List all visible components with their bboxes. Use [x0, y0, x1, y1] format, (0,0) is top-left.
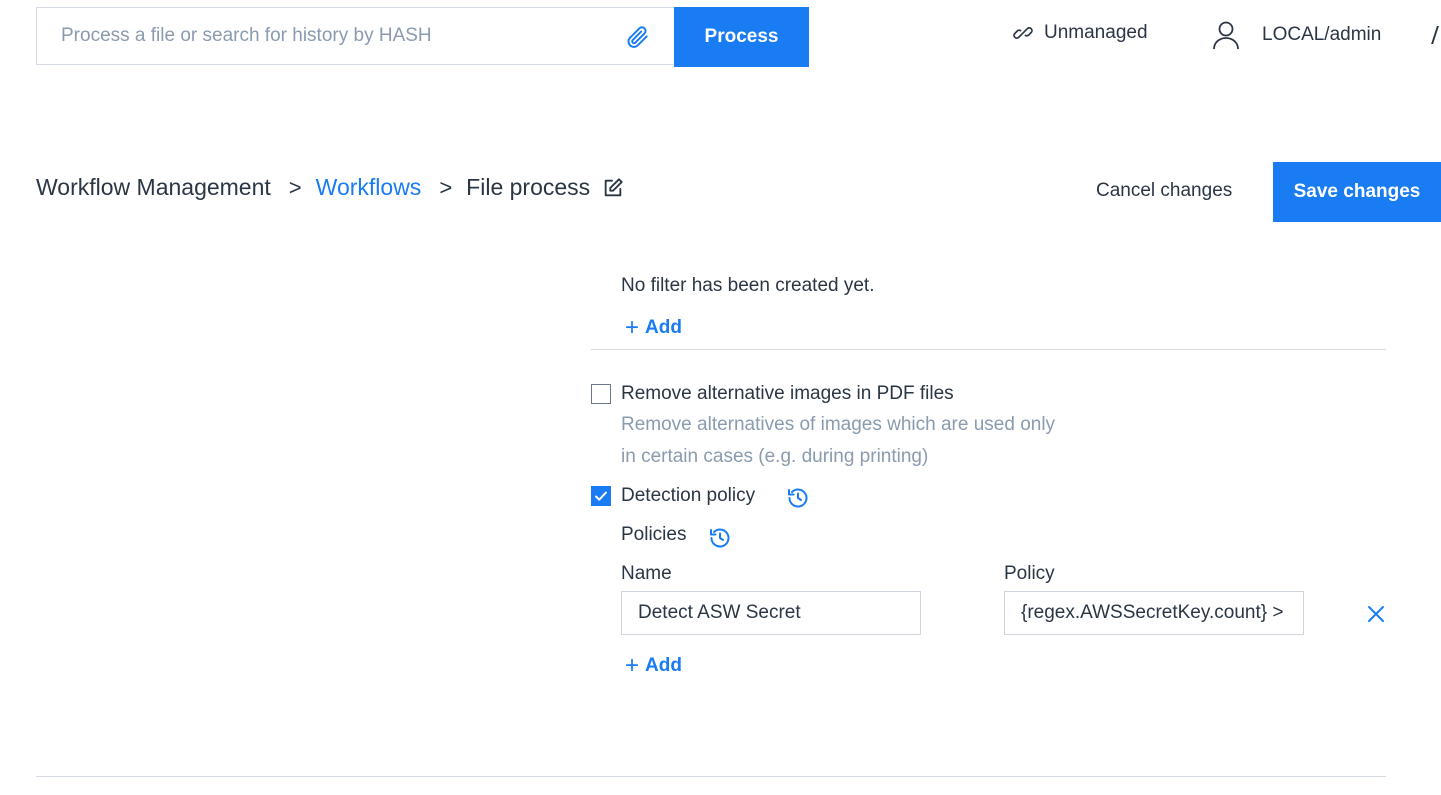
plus-icon: +	[625, 314, 640, 341]
policy-value-column-header: Policy	[1004, 563, 1055, 584]
user-icon	[1213, 21, 1239, 50]
unmanaged-label: Unmanaged	[1044, 22, 1148, 43]
remove-alt-images-description: Remove alternatives of images which are …	[621, 414, 1056, 467]
breadcrumb-workflows-link[interactable]: Workflows	[316, 174, 422, 201]
paperclip-icon[interactable]	[625, 24, 651, 50]
history-icon[interactable]	[786, 486, 810, 510]
breadcrumb-root: Workflow Management	[36, 174, 271, 200]
history-icon[interactable]	[708, 526, 732, 550]
section-divider	[591, 349, 1386, 350]
detection-policy-checkbox[interactable]	[591, 486, 611, 506]
page-title: File process	[466, 174, 591, 200]
unmanaged-status[interactable]: Unmanaged	[1012, 22, 1148, 44]
truncated-menu-icon[interactable]	[1431, 26, 1439, 44]
add-policy-button[interactable]: + Add	[625, 654, 682, 678]
user-menu[interactable]: LOCAL/admin	[1212, 20, 1381, 50]
process-button[interactable]: Process	[674, 7, 809, 67]
save-changes-button[interactable]: Save changes	[1273, 162, 1441, 222]
close-icon[interactable]	[1366, 604, 1386, 624]
policies-title: Policies	[621, 524, 687, 545]
add-filter-button[interactable]: + Add	[625, 316, 682, 340]
add-policy-label: Add	[645, 655, 682, 676]
policy-name-column-header: Name	[621, 563, 672, 584]
policy-name-input[interactable]	[621, 591, 921, 635]
detection-policy-title: Detection policy	[621, 485, 756, 506]
remove-alt-images-title: Remove alternative images in PDF files	[621, 383, 954, 404]
search-box	[36, 7, 674, 65]
breadcrumb: Workflow Management > Workflows > File p…	[36, 174, 624, 201]
search-input[interactable]	[37, 8, 617, 64]
filter-empty-text: No filter has been created yet.	[621, 275, 875, 296]
breadcrumb-separator: >	[288, 174, 302, 200]
page: Process Unmanaged LOCAL/admin Workflow M…	[0, 0, 1441, 795]
footer-divider	[36, 776, 1386, 777]
remove-alt-images-checkbox[interactable]	[591, 384, 611, 404]
breadcrumb-separator: >	[439, 174, 453, 200]
cancel-changes-button[interactable]: Cancel changes	[1080, 168, 1248, 214]
policy-expression-input[interactable]	[1004, 591, 1304, 635]
add-filter-label: Add	[645, 317, 682, 338]
pencil-edit-icon[interactable]	[602, 177, 624, 199]
checkmark-icon	[595, 491, 607, 501]
plus-icon: +	[625, 652, 640, 679]
user-label: LOCAL/admin	[1262, 24, 1382, 45]
unlink-icon	[1013, 27, 1033, 39]
